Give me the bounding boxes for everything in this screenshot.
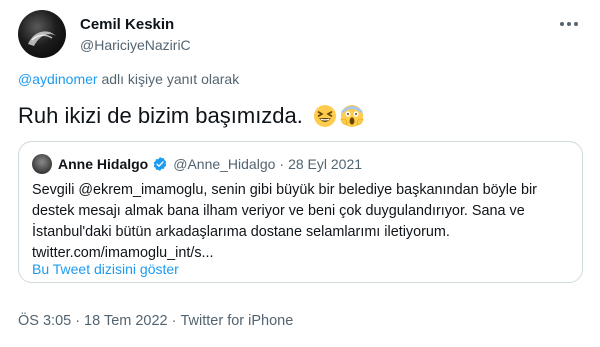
tweet-header: Cemil Keskin @HariciyeNaziriC [18, 10, 588, 58]
face-screaming-in-fear-icon [340, 105, 364, 127]
quoted-text-line: destek mesajı almak bana ilham veriyor v… [32, 203, 525, 219]
grinning-squinting-face-icon [313, 105, 336, 127]
reply-mention-link[interactable]: @aydinomer [18, 71, 98, 87]
quoted-tweet-header: Anne Hidalgo @Anne_Hidalgo · 28 Eyl 2021 [32, 154, 362, 174]
tweet-source[interactable]: Twitter for iPhone [180, 313, 293, 329]
quoted-text-line: Sevgili @ekrem_imamoglu, senin gibi büyü… [32, 182, 537, 198]
quoted-tweet-date[interactable]: 28 Eyl 2021 [288, 156, 362, 172]
more-options-icon[interactable] [558, 14, 580, 34]
author-name[interactable]: Cemil Keskin [80, 16, 174, 33]
quoted-tweet-text: Sevgili @ekrem_imamoglu, senin gibi büyü… [32, 180, 572, 264]
quoted-author-name[interactable]: Anne Hidalgo [58, 156, 148, 172]
quoted-author-avatar[interactable] [32, 154, 52, 174]
show-thread-link[interactable]: Bu Tweet dizisini göster [32, 261, 179, 277]
separator-dot: · [279, 156, 285, 172]
reply-context: @aydinomer adlı kişiye yanıt olarak [18, 71, 239, 87]
quoted-text-line: İstanbul'daki bütün arkadaşlarıma dostan… [32, 224, 450, 240]
reply-context-suffix: adlı kişiye yanıt olarak [97, 71, 240, 87]
separator-dot: · [75, 313, 81, 329]
author-handle[interactable]: @HariciyeNaziriC [80, 37, 191, 53]
tweet-date[interactable]: 18 Tem 2022 [84, 313, 168, 329]
separator-dot: · [171, 313, 177, 329]
author-avatar[interactable] [18, 10, 66, 58]
tweet-text: Ruh ikizi de bizim başımızda. [18, 103, 303, 128]
tweet-meta: ÖS 3:05 · 18 Tem 2022 · Twitter for iPho… [18, 313, 293, 329]
tweet-body: Ruh ikizi de bizim başımızda. [18, 103, 364, 129]
quoted-author-handle[interactable]: @Anne_Hidalgo [173, 156, 275, 172]
quoted-tweet-card[interactable]: Anne Hidalgo @Anne_Hidalgo · 28 Eyl 2021… [18, 141, 583, 283]
tweet-time[interactable]: ÖS 3:05 [18, 313, 71, 329]
verified-badge-icon [153, 157, 167, 171]
